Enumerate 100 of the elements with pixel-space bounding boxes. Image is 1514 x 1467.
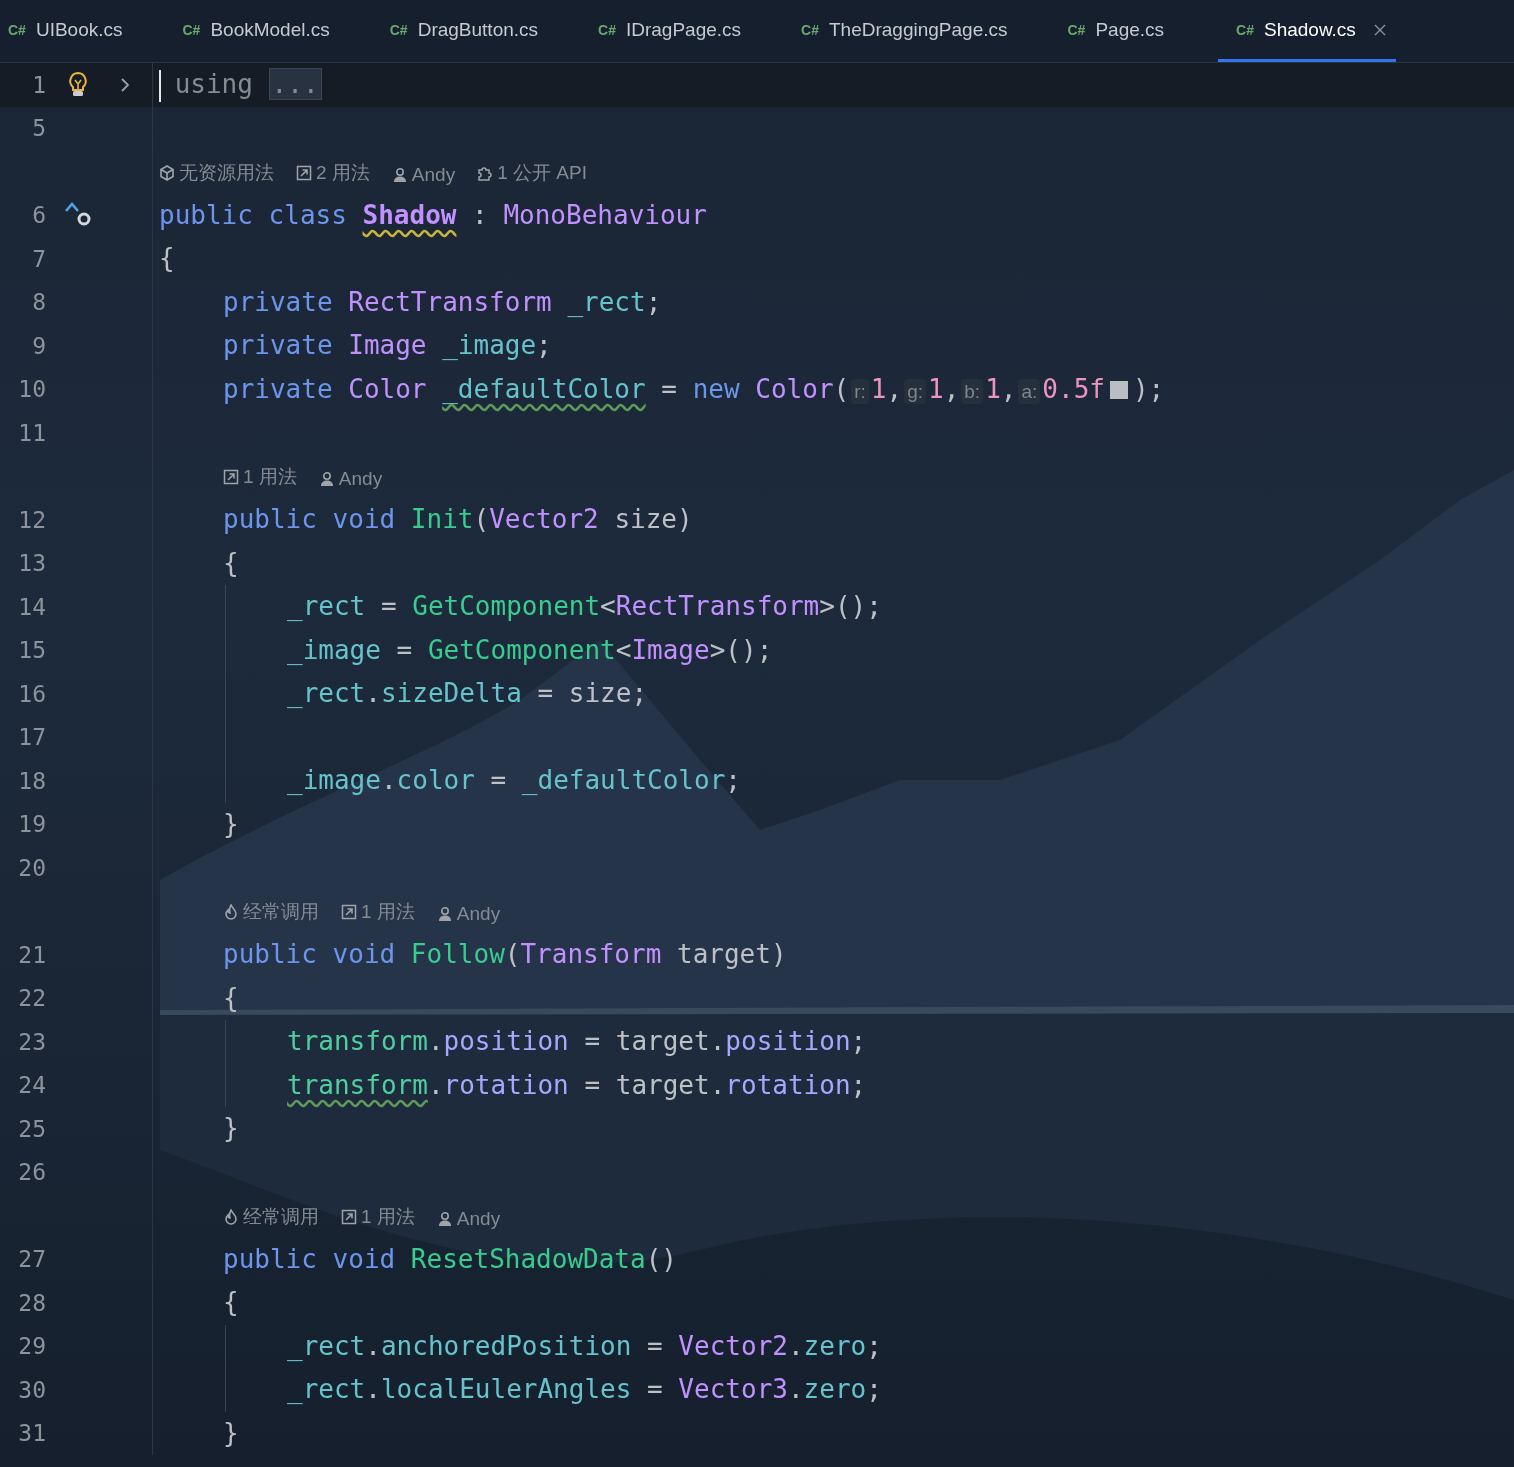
code-text: .	[709, 1026, 726, 1056]
file-tab[interactable]: C# UIBook.cs	[8, 0, 133, 62]
file-tab[interactable]: C# TheDraggingPage.cs	[801, 0, 1018, 62]
keyword-text: public	[159, 199, 253, 230]
author-hint[interactable]: Andy	[436, 903, 501, 925]
field-name: localEulerAngles	[380, 1374, 632, 1404]
parameter-hint: r:	[851, 378, 869, 404]
csharp-file-icon: C#	[389, 21, 408, 38]
code-text: }	[223, 1113, 239, 1143]
keyword-text: public	[223, 939, 317, 969]
asset-usages-hint[interactable]: 无资源用法	[159, 159, 274, 186]
code-text: =	[537, 678, 554, 708]
frequent-call-hint[interactable]: 经常调用	[223, 1203, 319, 1230]
line-number: 17	[17, 724, 46, 751]
csharp-file-icon: C#	[801, 21, 819, 38]
field-name: _rect	[287, 1374, 366, 1404]
type-name: Transform	[520, 939, 662, 969]
code-text: ,	[943, 373, 960, 404]
field-name: _defaultColor	[521, 765, 726, 795]
csharp-file-icon: C#	[1236, 21, 1254, 38]
keyword-text: class	[268, 199, 347, 230]
type-name: Image	[348, 330, 427, 360]
line-number: 23	[17, 1028, 46, 1055]
file-tab[interactable]: C# IDragPage.cs	[598, 0, 752, 62]
usages-hint[interactable]: 1 用法	[341, 899, 415, 925]
line-number: 30	[17, 1376, 46, 1403]
number-literal: 1	[928, 373, 944, 404]
code-text: .	[365, 1330, 381, 1361]
type-name: Color	[348, 373, 427, 404]
keyword-text: void	[332, 504, 396, 534]
code-text: {	[223, 1287, 239, 1317]
field-name: zero	[803, 1330, 867, 1361]
property-name: position	[725, 1026, 851, 1056]
folded-code[interactable]: ...	[268, 68, 322, 100]
property-name: rotation	[443, 1069, 569, 1100]
code-text: .	[787, 1374, 804, 1404]
line-number: 19	[17, 811, 46, 838]
file-tab[interactable]: C# Page.cs	[1067, 0, 1175, 62]
method-name: Init	[410, 504, 474, 534]
line-number: 5	[31, 115, 46, 142]
keyword-text: public	[223, 1243, 317, 1274]
code-text: =	[647, 1330, 663, 1361]
unused-keyword: using	[174, 69, 253, 99]
code-text: <	[615, 634, 632, 665]
frequent-call-hint[interactable]: 经常调用	[223, 899, 319, 925]
code-text: :	[472, 199, 488, 230]
line-number: 13	[17, 550, 46, 577]
code-text: ;	[645, 286, 662, 317]
class-name: Shadow	[362, 199, 457, 230]
csharp-file-icon: C#	[8, 21, 26, 38]
parameter-hint: b:	[961, 378, 984, 404]
line-number: 16	[17, 680, 46, 707]
type-name: Color	[755, 373, 834, 404]
code-text: .	[427, 1069, 444, 1100]
code-text: (	[833, 373, 850, 404]
line-number: 8	[31, 289, 46, 316]
usages-hint[interactable]: 2 用法	[296, 159, 370, 186]
code-text: .	[365, 1374, 381, 1404]
field-name: _image	[287, 634, 381, 665]
code-text: =	[584, 1069, 601, 1100]
type-name: MonoBehaviour	[503, 199, 707, 230]
method-name: ResetShadowData	[410, 1243, 646, 1274]
code-text: {	[223, 547, 239, 578]
field-name: _image	[442, 330, 537, 360]
keyword-text: private	[223, 330, 333, 360]
public-api-hint[interactable]: 1 公开 API	[477, 159, 587, 186]
usages-hint[interactable]: 1 用法	[341, 1203, 415, 1230]
code-text: target	[615, 1026, 710, 1056]
line-number: 24	[17, 1072, 46, 1099]
code-text: .	[787, 1330, 804, 1361]
field-name: zero	[803, 1374, 867, 1404]
code-text: {	[223, 982, 239, 1013]
code-text: =	[396, 634, 413, 665]
line-number: 6	[31, 202, 46, 229]
line-number: 29	[17, 1333, 46, 1360]
code-text: target	[615, 1069, 710, 1100]
code-text: .	[427, 1026, 444, 1056]
code-text: =	[584, 1026, 601, 1056]
author-hint[interactable]: Andy	[391, 163, 456, 186]
usages-hint[interactable]: 1 用法	[223, 464, 297, 490]
code-text: ;	[866, 1330, 882, 1361]
type-name: Image	[631, 634, 710, 665]
line-number: 26	[17, 1159, 46, 1186]
type-name: Vector2	[678, 1330, 788, 1361]
file-tab[interactable]: C# DragButton.cs	[389, 0, 549, 62]
member-name: transform	[287, 1069, 428, 1100]
code-text: size;	[568, 678, 648, 708]
type-name: RectTransform	[615, 591, 820, 621]
csharp-file-icon: C#	[182, 21, 201, 38]
author-hint[interactable]: Andy	[318, 468, 383, 490]
code-text: >();	[709, 634, 773, 665]
code-text: .	[709, 1069, 726, 1100]
keyword-text: private	[223, 373, 333, 404]
line-number: 27	[17, 1246, 46, 1273]
field-name: _rect	[287, 591, 366, 621]
author-hint[interactable]: Andy	[436, 1207, 501, 1230]
file-tab[interactable]: C# BookModel.cs	[182, 0, 340, 62]
code-text: ,	[1000, 373, 1017, 404]
field-name: _rect	[287, 1330, 366, 1361]
field-name: _rect	[287, 678, 366, 708]
